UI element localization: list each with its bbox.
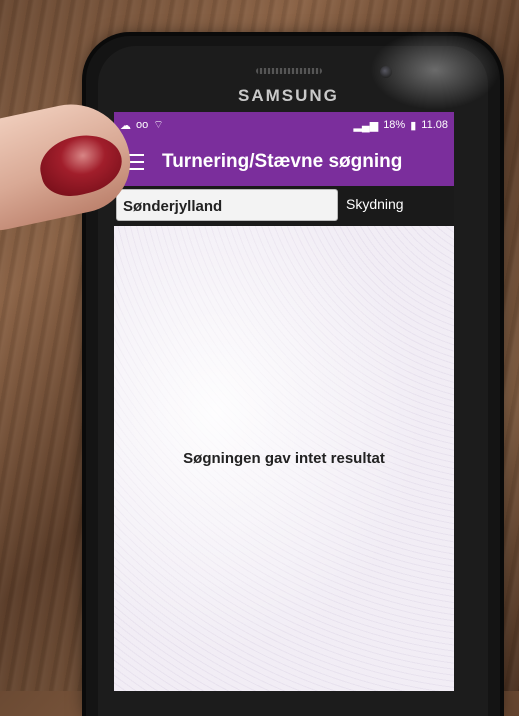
battery-icon: ▮: [410, 119, 417, 132]
results-area: Søgningen gav intet resultat: [114, 226, 454, 691]
phone-screen: ☁ oo ⌔ ▂▄▆ 18% ▮ 11.08 Turnering/Stævne …: [114, 112, 454, 691]
battery-level: 18%: [383, 119, 406, 131]
empty-results-message: Søgningen gav intet resultat: [183, 450, 385, 467]
device-brand-logo: SAMSUNG: [238, 86, 339, 105]
region-filter-field[interactable]: Sønderjylland: [116, 189, 338, 221]
signal-icon: ▂▄▆: [353, 119, 379, 132]
light-glare: [370, 30, 500, 110]
wifi-icon: ⌔: [153, 119, 164, 131]
weather-icon: ☁: [120, 119, 131, 132]
earpiece-speaker: [256, 68, 322, 74]
status-bar: ☁ oo ⌔ ▂▄▆ 18% ▮ 11.08: [114, 112, 454, 138]
app-bar: Turnering/Stævne søgning: [114, 138, 454, 186]
filter-bar: Sønderjylland Skydning: [114, 186, 454, 226]
clock: 11.08: [421, 119, 448, 131]
voicemail-icon: oo: [136, 119, 149, 131]
page-title: Turnering/Stævne søgning: [162, 151, 403, 172]
